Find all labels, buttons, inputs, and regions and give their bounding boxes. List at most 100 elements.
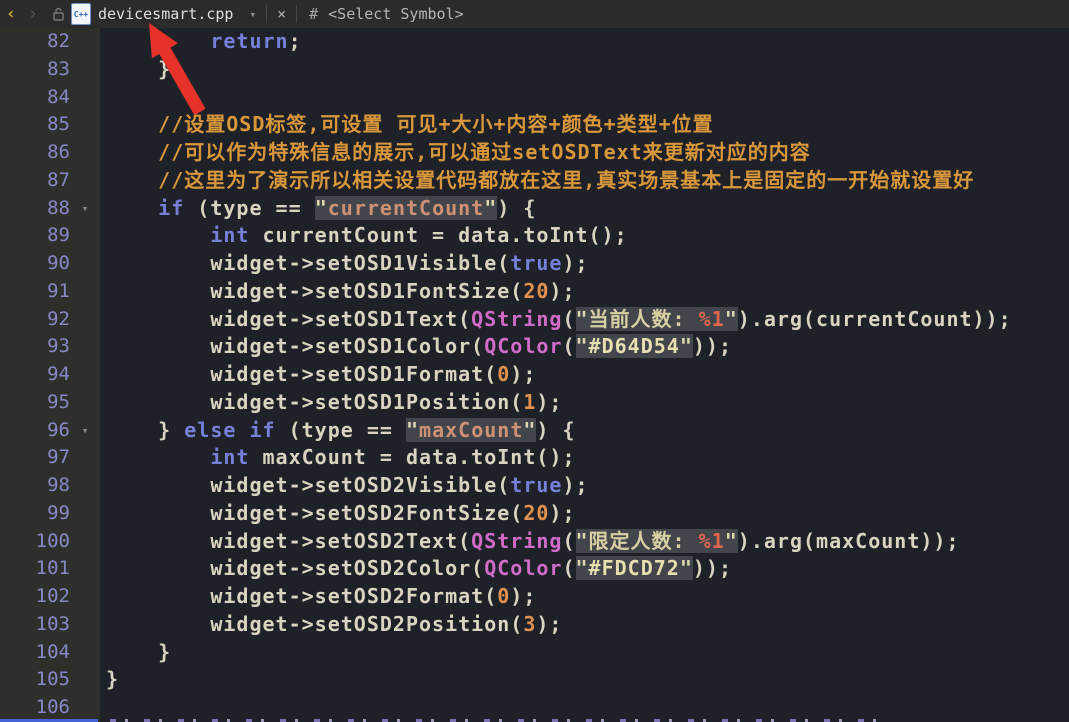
code-line[interactable]: 103 widget->setOSD2Position(3); xyxy=(0,611,1069,639)
line-number[interactable]: 95 xyxy=(0,389,70,417)
line-number[interactable]: 92 xyxy=(0,306,70,334)
toolbar-divider xyxy=(266,5,267,23)
fold-spacer xyxy=(70,361,100,389)
code-line[interactable]: 84 xyxy=(0,84,1069,112)
code-area[interactable]: 82 return;83 }8485 //设置OSD标签,可设置 可见+大小+内… xyxy=(0,28,1069,722)
code-line[interactable]: 99 widget->setOSD2FontSize(20); xyxy=(0,500,1069,528)
fold-spacer xyxy=(70,444,100,472)
line-number[interactable]: 83 xyxy=(0,56,70,84)
fold-spacer xyxy=(70,222,100,250)
code-line[interactable]: 86 //可以作为特殊信息的展示,可以通过setOSDText来更新对应的内容 xyxy=(0,139,1069,167)
line-number[interactable]: 104 xyxy=(0,639,70,667)
code-text: widget->setOSD1Color(QColor("#D64D54")); xyxy=(100,333,1069,361)
line-number[interactable]: 88 xyxy=(0,195,70,223)
code-text: widget->setOSD2Position(3); xyxy=(100,611,1069,639)
code-line[interactable]: 87 //这里为了演示所以相关设置代码都放在这里,真实场景基本上是固定的一开始就… xyxy=(0,167,1069,195)
cpp-file-icon: C++ xyxy=(71,3,91,25)
code-text: widget->setOSD2FontSize(20); xyxy=(100,500,1069,528)
code-line[interactable]: 85 //设置OSD标签,可设置 可见+大小+内容+颜色+类型+位置 xyxy=(0,111,1069,139)
code-text: } xyxy=(100,639,1069,667)
forward-icon[interactable]: › xyxy=(22,4,44,24)
code-line[interactable]: 105} xyxy=(0,666,1069,694)
code-line[interactable]: 106 xyxy=(0,694,1069,722)
back-icon[interactable]: ‹ xyxy=(0,4,22,24)
line-number[interactable]: 87 xyxy=(0,167,70,195)
code-line[interactable]: 98 widget->setOSD2Visible(true); xyxy=(0,472,1069,500)
code-text: int currentCount = data.toInt(); xyxy=(100,222,1069,250)
code-text: return; xyxy=(100,28,1069,56)
code-line[interactable]: 95 widget->setOSD1Position(1); xyxy=(0,389,1069,417)
line-number[interactable]: 90 xyxy=(0,250,70,278)
code-text: int maxCount = data.toInt(); xyxy=(100,444,1069,472)
fold-marker-icon[interactable]: ▾ xyxy=(70,417,100,445)
code-text: widget->setOSD1Text(QString("当前人数: %1").… xyxy=(100,306,1069,334)
fold-spacer xyxy=(70,389,100,417)
fold-spacer xyxy=(70,278,100,306)
code-line[interactable]: 91 widget->setOSD1FontSize(20); xyxy=(0,278,1069,306)
code-text: widget->setOSD2Text(QString("限定人数: %1").… xyxy=(100,528,1069,556)
code-line[interactable]: 100 widget->setOSD2Text(QString("限定人数: %… xyxy=(0,528,1069,556)
fold-spacer xyxy=(70,333,100,361)
line-number[interactable]: 100 xyxy=(0,528,70,556)
toolbar-divider xyxy=(296,5,297,23)
code-line[interactable]: 82 return; xyxy=(0,28,1069,56)
code-text: if (type == "currentCount") { xyxy=(100,195,1069,223)
line-number[interactable]: 82 xyxy=(0,28,70,56)
line-number[interactable]: 98 xyxy=(0,472,70,500)
line-number[interactable]: 94 xyxy=(0,361,70,389)
code-line[interactable]: 93 widget->setOSD1Color(QColor("#D64D54"… xyxy=(0,333,1069,361)
line-number[interactable]: 101 xyxy=(0,555,70,583)
line-number[interactable]: 85 xyxy=(0,111,70,139)
code-line[interactable]: 104 } xyxy=(0,639,1069,667)
code-line[interactable]: 92 widget->setOSD1Text(QString("当前人数: %1… xyxy=(0,306,1069,334)
line-number[interactable]: 102 xyxy=(0,583,70,611)
line-number[interactable]: 96 xyxy=(0,417,70,445)
code-line[interactable]: 101 widget->setOSD2Color(QColor("#FDCD72… xyxy=(0,555,1069,583)
code-line[interactable]: 97 int maxCount = data.toInt(); xyxy=(0,444,1069,472)
fold-spacer xyxy=(70,167,100,195)
code-text xyxy=(100,84,1069,112)
code-text: widget->setOSD1Format(0); xyxy=(100,361,1069,389)
code-line[interactable]: 88▾ if (type == "currentCount") { xyxy=(0,195,1069,223)
chevron-down-icon[interactable]: ▾ xyxy=(249,8,256,21)
code-line[interactable]: 96▾ } else if (type == "maxCount") { xyxy=(0,417,1069,445)
code-line[interactable]: 83 } xyxy=(0,56,1069,84)
fold-spacer xyxy=(70,111,100,139)
code-text: //这里为了演示所以相关设置代码都放在这里,真实场景基本上是固定的一开始就设置好 xyxy=(100,167,1069,195)
fold-spacer xyxy=(70,472,100,500)
line-number[interactable]: 84 xyxy=(0,84,70,112)
select-symbol-dropdown[interactable]: <Select Symbol> xyxy=(328,5,463,23)
code-text: //可以作为特殊信息的展示,可以通过setOSDText来更新对应的内容 xyxy=(100,139,1069,167)
code-text: } xyxy=(100,666,1069,694)
line-number[interactable]: 105 xyxy=(0,666,70,694)
code-line[interactable]: 90 widget->setOSD1Visible(true); xyxy=(0,250,1069,278)
fold-spacer xyxy=(70,639,100,667)
line-number[interactable]: 89 xyxy=(0,222,70,250)
fold-spacer xyxy=(70,250,100,278)
code-editor[interactable]: 82 return;83 }8485 //设置OSD标签,可设置 可见+大小+内… xyxy=(0,28,1069,722)
code-text: widget->setOSD1Visible(true); xyxy=(100,250,1069,278)
code-line[interactable]: 89 int currentCount = data.toInt(); xyxy=(0,222,1069,250)
document-tab-filename[interactable]: devicesmart.cpp xyxy=(98,5,233,23)
line-number[interactable]: 103 xyxy=(0,611,70,639)
close-icon[interactable]: × xyxy=(277,5,286,23)
code-text: widget->setOSD2Visible(true); xyxy=(100,472,1069,500)
line-number[interactable]: 106 xyxy=(0,694,70,722)
code-line[interactable]: 94 widget->setOSD1Format(0); xyxy=(0,361,1069,389)
fold-marker-icon[interactable]: ▾ xyxy=(70,195,100,223)
line-number[interactable]: 99 xyxy=(0,500,70,528)
line-number[interactable]: 93 xyxy=(0,333,70,361)
symbol-hash-icon: # xyxy=(309,5,318,23)
code-line[interactable]: 102 widget->setOSD2Format(0); xyxy=(0,583,1069,611)
editor-toolbar: ‹ › C++ devicesmart.cpp ▾ × # <Select Sy… xyxy=(0,0,1069,28)
line-number[interactable]: 91 xyxy=(0,278,70,306)
lock-icon[interactable] xyxy=(52,7,65,21)
fold-spacer xyxy=(70,28,100,56)
code-text: widget->setOSD2Format(0); xyxy=(100,583,1069,611)
line-number[interactable]: 97 xyxy=(0,444,70,472)
code-text: } xyxy=(100,56,1069,84)
fold-spacer xyxy=(70,500,100,528)
fold-spacer xyxy=(70,84,100,112)
code-text: widget->setOSD2Color(QColor("#FDCD72")); xyxy=(100,555,1069,583)
line-number[interactable]: 86 xyxy=(0,139,70,167)
